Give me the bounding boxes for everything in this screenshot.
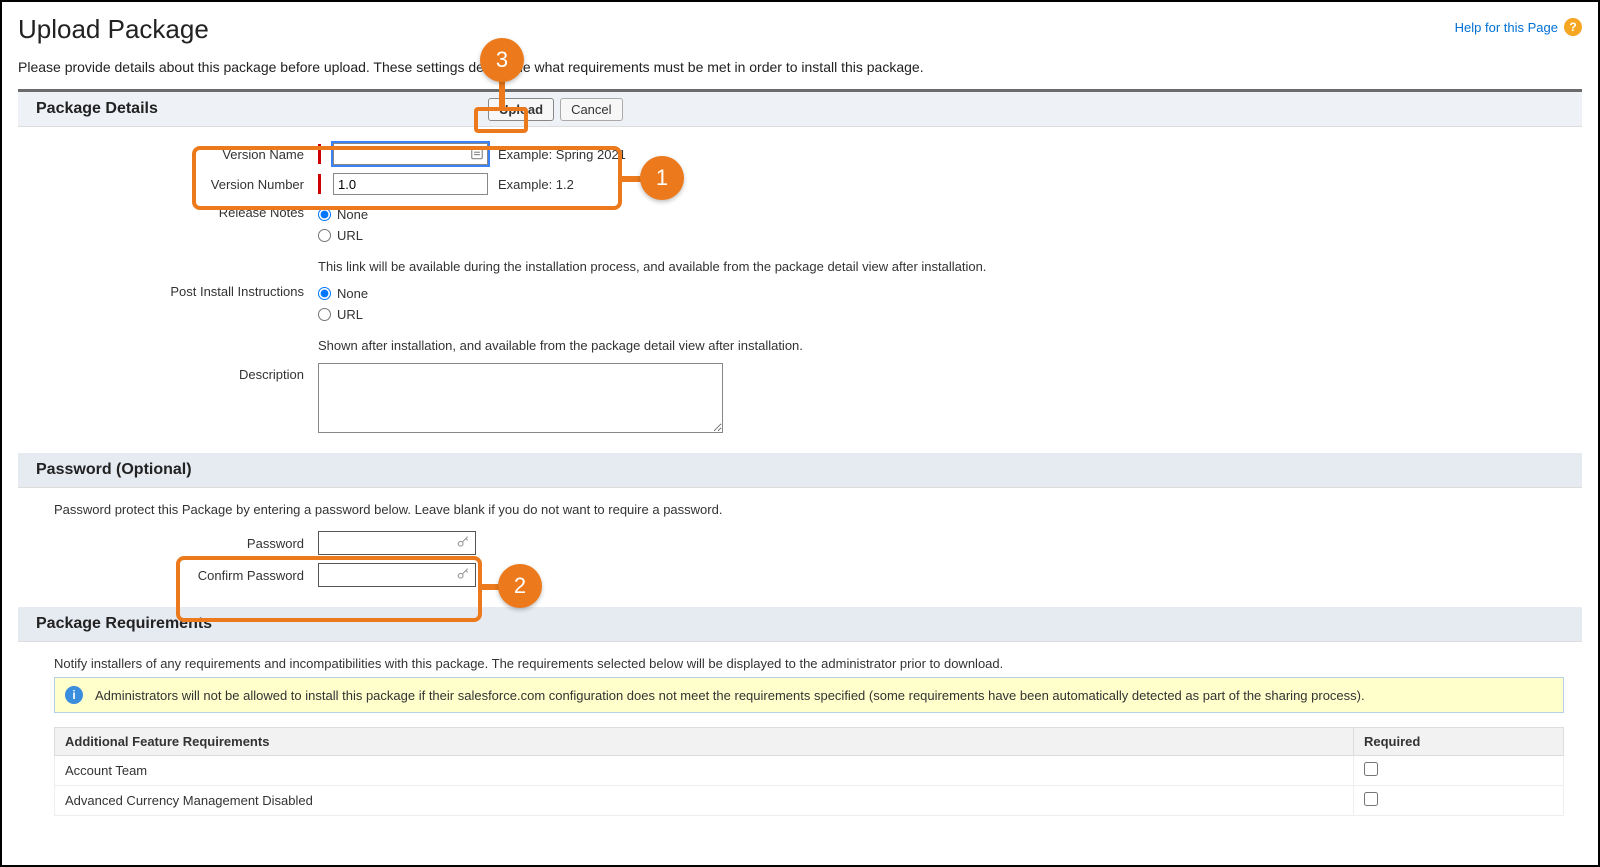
help-for-page-link[interactable]: Help for this Page [1455, 20, 1558, 35]
requirements-col-feature: Additional Feature Requirements [55, 728, 1354, 756]
section-password-title: Password (Optional) [36, 461, 192, 478]
annotation-badge-1: 1 [640, 156, 684, 200]
post-install-note: Shown after installation, and available … [18, 328, 1582, 357]
requirements-required-checkbox[interactable] [1364, 792, 1378, 806]
post-install-url-radio[interactable] [318, 308, 331, 321]
post-install-label: Post Install Instructions [18, 284, 318, 299]
requirements-banner-text: Administrators will not be allowed to in… [95, 688, 1365, 703]
password-note: Password protect this Package by enterin… [18, 488, 1582, 527]
page-title: Upload Package [18, 14, 1582, 45]
intro-text: Please provide details about this packag… [18, 59, 1582, 75]
version-number-label: Version Number [18, 177, 318, 192]
key-icon [456, 535, 472, 551]
requirements-table: Additional Feature Requirements Required… [54, 727, 1564, 816]
version-name-label: Version Name [18, 147, 318, 162]
post-install-url-label: URL [337, 307, 363, 322]
section-package-details-title: Package Details [36, 100, 158, 117]
release-notes-url-label: URL [337, 228, 363, 243]
table-row: Advanced Currency Management Disabled [55, 786, 1564, 816]
section-package-details-header: Package Details Upload Cancel [18, 92, 1582, 127]
annotation-badge-2: 2 [498, 564, 542, 608]
requirements-feature-cell: Advanced Currency Management Disabled [55, 786, 1354, 816]
annotation-badge-3: 3 [480, 38, 524, 82]
release-notes-url-radio[interactable] [318, 229, 331, 242]
release-notes-none-label: None [337, 207, 368, 222]
cancel-button[interactable]: Cancel [560, 98, 622, 121]
requirements-required-checkbox[interactable] [1364, 762, 1378, 776]
release-notes-none-radio[interactable] [318, 208, 331, 221]
help-icon[interactable]: ? [1564, 18, 1582, 36]
post-install-none-label: None [337, 286, 368, 301]
section-password-header: Password (Optional) [18, 453, 1582, 488]
description-label: Description [18, 363, 318, 382]
description-textarea[interactable] [318, 363, 723, 433]
version-name-input[interactable] [333, 143, 488, 165]
version-name-hint: Example: Spring 2021 [498, 147, 626, 162]
required-indicator-icon [318, 174, 321, 194]
password-label: Password [18, 536, 318, 551]
annotation-connector-1 [622, 176, 642, 182]
annotation-connector-3 [499, 80, 505, 108]
lookup-icon[interactable] [469, 146, 485, 162]
version-number-input[interactable] [333, 173, 488, 195]
section-requirements-title: Package Requirements [36, 615, 212, 632]
table-row: Account Team [55, 756, 1564, 786]
confirm-password-input[interactable] [318, 563, 476, 587]
post-install-none-radio[interactable] [318, 287, 331, 300]
version-number-hint: Example: 1.2 [498, 177, 574, 192]
requirements-col-required: Required [1354, 728, 1564, 756]
info-icon: i [65, 686, 83, 704]
confirm-password-label: Confirm Password [18, 568, 318, 583]
requirements-note: Notify installers of any requirements an… [18, 642, 1582, 677]
required-indicator-icon [318, 144, 321, 164]
upload-button[interactable]: Upload [488, 98, 554, 121]
requirements-info-banner: i Administrators will not be allowed to … [54, 677, 1564, 713]
requirements-feature-cell: Account Team [55, 756, 1354, 786]
section-requirements-header: Package Requirements [18, 607, 1582, 642]
release-notes-label: Release Notes [18, 205, 318, 220]
key-icon [456, 567, 472, 583]
password-input[interactable] [318, 531, 476, 555]
release-notes-note: This link will be available during the i… [18, 249, 1582, 278]
